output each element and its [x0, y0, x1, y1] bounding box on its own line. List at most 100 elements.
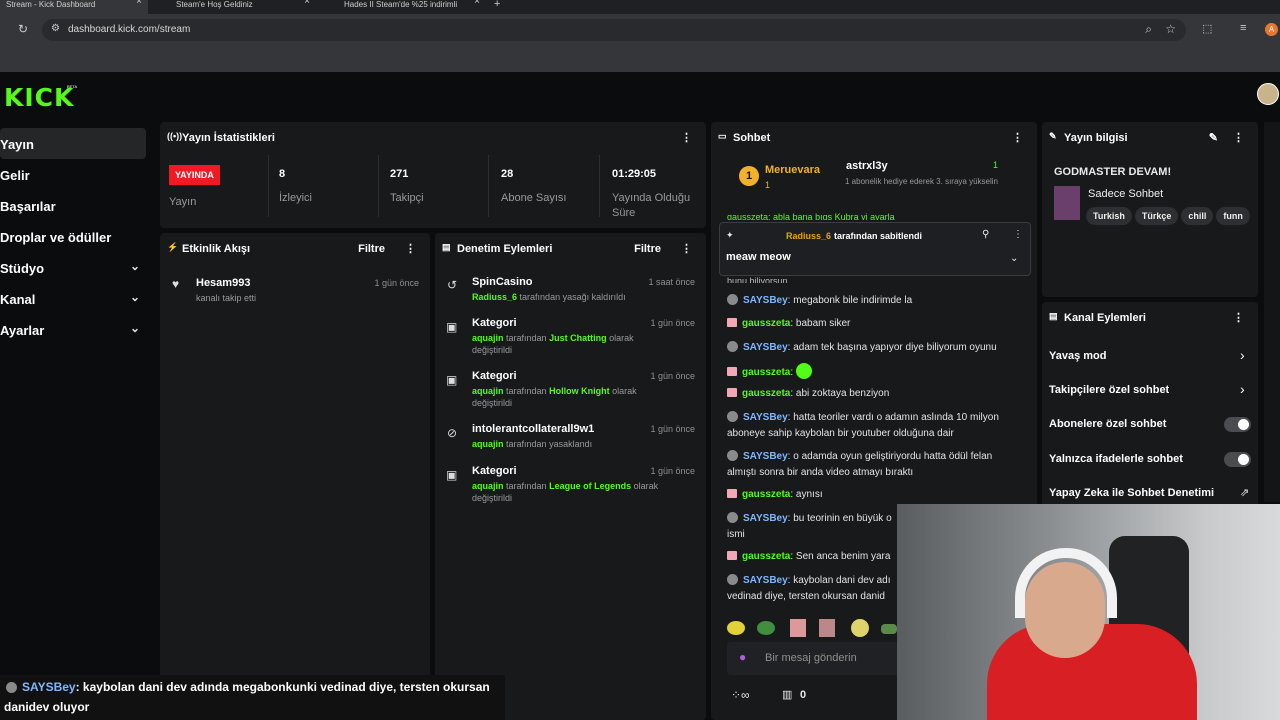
extensions-icon[interactable]: ⬚ [1202, 22, 1212, 35]
external-link-icon[interactable]: ⇗ [1240, 486, 1249, 499]
emote-icon[interactable] [881, 624, 897, 634]
filter-button[interactable]: Filtre [358, 243, 385, 255]
sidebar-item-yayin[interactable]: Yayın [0, 128, 146, 159]
gift-badge-icon [727, 551, 737, 560]
microphone-icon[interactable]: ● [739, 650, 746, 664]
filter-button[interactable]: Filtre [634, 243, 661, 255]
address-bar[interactable]: ⚙ dashboard.kick.com/stream ⌕ ☆ [42, 19, 1186, 41]
bookmark-bar [0, 46, 1280, 72]
panel-header: ((•)) Yayın İstatistikleri ⋮ [167, 131, 692, 144]
profile-avatar[interactable]: A [1265, 23, 1278, 36]
chat-message: SAYSBey: adam tek başına yapıyor diye bi… [727, 340, 1027, 356]
headphones [1015, 548, 1117, 618]
more-options-icon[interactable]: ⋮ [1012, 131, 1023, 144]
tag[interactable]: chill [1181, 207, 1214, 225]
panel-header: ▤ Denetim Eylemleri Filtre ⋮ [442, 242, 692, 255]
close-tab-icon[interactable]: × [304, 0, 310, 7]
user-avatar [727, 574, 738, 585]
emote-icon[interactable] [790, 619, 806, 637]
pin-icon: ✦ [726, 230, 734, 240]
chevron-down-icon: ⌄ [129, 290, 140, 304]
emote-icon[interactable] [851, 619, 869, 637]
second-gifter-name[interactable]: astrxl3y [846, 160, 888, 172]
user-avatar [727, 341, 738, 352]
store-icon[interactable]: ▥ [782, 688, 792, 701]
chevron-down-icon: ⌄ [129, 259, 140, 273]
category-thumbnail [1054, 186, 1080, 220]
ban-icon: ⊘ [447, 426, 458, 440]
new-tab-icon[interactable]: + [494, 0, 500, 14]
emote-icon[interactable] [819, 619, 835, 637]
reload-icon[interactable]: ↻ [18, 22, 28, 36]
action-slow-mode[interactable]: Yavaş mod [1049, 350, 1106, 362]
chat-message: SAYSBey: bu teorinin en büyük o ismi [727, 512, 892, 540]
right-edge-strip [1264, 122, 1280, 502]
top-gifter-name[interactable]: Meruevara [765, 164, 820, 176]
sidebar-item-studyo[interactable]: Stüdyo ⌄ [0, 252, 150, 283]
subscribers-only-toggle[interactable] [1224, 417, 1251, 432]
channel-actions-panel: ▤ Kanal Eylemleri ⋮ [1042, 302, 1258, 512]
sidebar: Yayın Gelir Başarılar Droplar ve ödüller… [0, 120, 150, 345]
sidebar-item-ayarlar[interactable]: Ayarlar ⌄ [0, 314, 150, 345]
kick-logo[interactable]: KICK [4, 83, 74, 112]
stat-viewers: 8 İzleyici [279, 168, 313, 204]
chevron-right-icon[interactable]: › [1240, 381, 1245, 397]
loyalty-icon[interactable]: ⁘∞ [731, 688, 750, 702]
chat-input-placeholder: Bir mesaj gönderin [765, 652, 857, 664]
emote-icon [795, 363, 812, 379]
address-bar-row: ↻ ⚙ dashboard.kick.com/stream ⌕ ☆ ⬚ ≡ A [0, 14, 1280, 46]
webcam-overlay [897, 504, 1280, 720]
close-tab-icon[interactable]: × [474, 0, 480, 7]
stat-live-label: Yayın [169, 196, 197, 208]
live-badge: YAYINDA [169, 165, 220, 185]
site-info-icon[interactable]: ⚙ [51, 23, 60, 34]
stream-info-panel: ✎ Yayın bilgisi ✎ ⋮ GODMASTER DEVAM! Sadece… [1042, 122, 1258, 297]
unban-icon: ↺ [447, 278, 458, 292]
browser-tab[interactable]: Stream - Kick Dashboard × [0, 0, 148, 14]
url-text: dashboard.kick.com/stream [68, 24, 191, 35]
moderation-event: intolerantcollaterall9w1 aquajin tarafın… [472, 423, 695, 449]
tag[interactable]: funn [1216, 207, 1250, 225]
emote-bar [727, 619, 897, 637]
chat-bubble-icon: ▭ [718, 131, 727, 141]
chevron-right-icon[interactable]: › [1240, 347, 1245, 363]
user-avatar[interactable] [1257, 83, 1279, 105]
more-options-icon[interactable]: ⋮ [405, 242, 416, 255]
gift-badge-icon [727, 367, 737, 376]
menu-icon[interactable]: ≡ [1240, 22, 1246, 34]
sidebar-item-gelir[interactable]: Gelir [0, 159, 150, 190]
more-options-icon[interactable]: ⋮ [1233, 311, 1244, 324]
more-options-icon[interactable]: ⋮ [681, 242, 692, 255]
close-tab-icon[interactable]: × [136, 0, 142, 7]
emote-icon[interactable] [727, 621, 745, 635]
sidebar-item-droplar[interactable]: Droplar ve ödüller [0, 221, 150, 252]
chat-caption-overlay: SAYSBey: kaybolan dani dev adında megabo… [0, 675, 505, 720]
edit-icon[interactable]: ✎ [1209, 131, 1218, 144]
chat-input[interactable]: ● Bir mesaj gönderin [727, 642, 897, 675]
category-icon: ▣ [446, 320, 458, 334]
category-name[interactable]: Sadece Sohbet [1088, 188, 1163, 200]
chevron-down-icon[interactable]: ⌄ [1010, 253, 1018, 264]
tag[interactable]: Turkish [1086, 207, 1132, 225]
browser-tab[interactable]: Steam'e Hoş Geldiniz × [156, 0, 316, 14]
pinned-message[interactable]: ✦ Radiuss_6 tarafından sabitlendi ⚲ ⋮ me… [719, 222, 1031, 276]
unpin-icon[interactable]: ⚲ [982, 229, 989, 240]
emotes-only-toggle[interactable] [1224, 452, 1251, 467]
action-followers-only[interactable]: Takipçilere özel sohbet [1049, 384, 1169, 396]
bookmark-star-icon[interactable]: ☆ [1165, 22, 1176, 36]
more-options-icon[interactable]: ⋮ [1013, 229, 1023, 240]
more-options-icon[interactable]: ⋮ [1233, 131, 1244, 144]
more-options-icon[interactable]: ⋮ [681, 131, 692, 144]
zoom-icon[interactable]: ⌕ [1145, 22, 1152, 37]
browser-tab[interactable]: Hades II Steam'de %25 indirimli × [326, 0, 486, 14]
browser-tab-strip: Stream - Kick Dashboard × Steam'e Hoş Gel… [0, 0, 1280, 14]
chat-partial-top: gausszeta: abla bana bıqs Kubra yi ayarl… [727, 212, 895, 220]
emote-icon[interactable] [757, 621, 775, 635]
clipboard-icon: ▤ [1049, 311, 1058, 321]
action-ai-moderation[interactable]: Yapay Zeka ile Sohbet Denetimi [1049, 487, 1214, 499]
pinned-by: Radiuss_6 [786, 231, 832, 241]
sidebar-item-kanal[interactable]: Kanal ⌄ [0, 283, 150, 314]
tag[interactable]: Türkçe [1134, 207, 1179, 225]
sidebar-item-basarilar[interactable]: Başarılar [0, 190, 150, 221]
heart-icon: ♥ [172, 277, 180, 291]
